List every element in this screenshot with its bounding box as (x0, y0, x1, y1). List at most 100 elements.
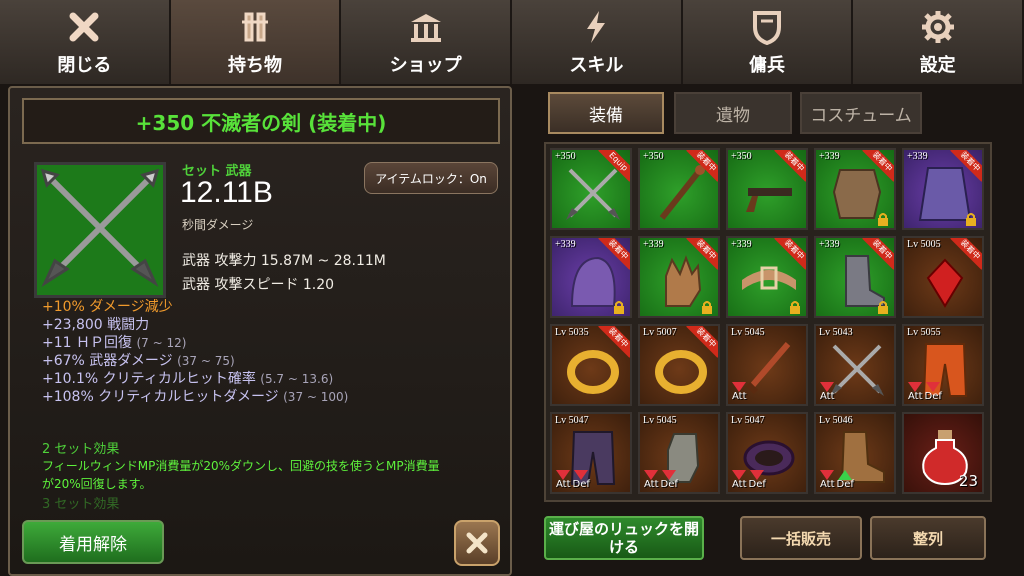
inventory-slot[interactable]: Lv 5055 Att Def (902, 324, 984, 406)
gem-icon (914, 250, 976, 312)
inventory-slot[interactable]: +339 装着中 (726, 236, 808, 318)
stat-line: +11 ＨＰ回復 (7 ~ 12) (42, 335, 187, 351)
inventory-slot[interactable]: Lv 5045 Att (726, 324, 808, 406)
inventory-slot[interactable]: Lv 5007 装着中 (638, 324, 720, 406)
item-level: Lv 5005 (907, 239, 941, 250)
nav-tab-close[interactable]: 閉じる (0, 0, 171, 84)
inventory-slot[interactable]: Lv 5047 Att Def (726, 412, 808, 494)
item-level: Lv 5045 (731, 327, 765, 338)
stat-compare-tags: Att Def (820, 470, 854, 490)
tab-equipment[interactable]: 装備 (548, 92, 664, 134)
close-icon (64, 7, 104, 47)
staff-icon (650, 162, 712, 224)
stat-tag-label: Att (732, 391, 747, 402)
item-title-bar: +350 不滅者の剣 (装着中) (22, 98, 500, 144)
lock-icon (612, 299, 626, 314)
dps-label: 秒間ダメージ (182, 218, 254, 232)
lock-icon (788, 299, 802, 314)
item-level: +339 (555, 239, 576, 250)
inventory-slot[interactable]: Lv 5043 Att (814, 324, 896, 406)
sell-all-button[interactable]: 一括販売 (740, 516, 862, 560)
inventory-slot[interactable]: Lv 5005 装着中 (902, 236, 984, 318)
inventory-slot[interactable]: +339 装着中 (638, 236, 720, 318)
item-level: Lv 5055 (907, 327, 941, 338)
lock-icon (700, 299, 714, 314)
stat-compare-tags: Att Def (644, 470, 678, 490)
dps-value: 12.11B (180, 176, 273, 209)
stat-compare-tags: Att Def (556, 470, 590, 490)
stat-down-indicator: Att (820, 382, 835, 402)
stat-tag-label: Def (748, 479, 766, 490)
stat-down-indicator: Att (556, 470, 571, 490)
stat-tag-label: Att (732, 479, 747, 490)
inventory-slot[interactable]: Lv 5047 Att Def (550, 412, 632, 494)
inventory-slot[interactable]: +350 装着中 (726, 148, 808, 230)
tab-relics[interactable]: 遺物 (674, 92, 792, 134)
stat-compare-tags: Att Def (908, 382, 942, 402)
set-effect-header-3: 3 セット効果 (42, 497, 120, 512)
item-level: Lv 5007 (643, 327, 677, 338)
item-level: Lv 5045 (643, 415, 677, 426)
nav-tab-settings[interactable]: 設定 (853, 0, 1024, 84)
set-effect-description: フィールウィンドMP消費量が20%ダウンし、回避の技を使うとMP消費量 (42, 459, 440, 473)
inventory-slot[interactable]: +350 装着中 (638, 148, 720, 230)
stat-down-indicator: Att (644, 470, 659, 490)
stat-tag-label: Att (908, 391, 923, 402)
gear-icon (918, 7, 958, 47)
inventory-slot[interactable]: +339 装着中 (814, 148, 896, 230)
item-level: +339 (731, 239, 752, 250)
stat-line: +23,800 戦闘力 (42, 317, 150, 333)
tab-costume[interactable]: コスチューム (800, 92, 922, 134)
item-quantity: 23 (958, 472, 978, 490)
ring-icon (650, 338, 712, 400)
inventory-slot[interactable]: Lv 5045 Att Def (638, 412, 720, 494)
inventory-slot[interactable]: +339 装着中 (814, 236, 896, 318)
stat-tag-label: Def (836, 479, 854, 490)
crossed-swords-icon (562, 162, 624, 224)
nav-tab-skill[interactable]: スキル (512, 0, 683, 84)
inventory-slot[interactable]: Lv 5035 装着中 (550, 324, 632, 406)
open-porter-backpack-button[interactable]: 運び屋のリュックを開 ける (544, 516, 704, 560)
inventory-slot[interactable]: +339 装着中 (550, 236, 632, 318)
nav-tab-label: 持ち物 (228, 55, 282, 76)
nav-tab-label: 設定 (919, 55, 956, 76)
close-detail-button[interactable] (454, 520, 500, 566)
item-title: +350 不滅者の剣 (装着中) (135, 110, 387, 135)
lock-icon (964, 211, 978, 226)
stat-list: +10% ダメージ減少 +23,800 戦闘力 +11 ＨＰ回復 (7 ~ 12… (42, 298, 510, 406)
weapon-attack-speed: 武器 攻撃スピード 1.20 (182, 277, 335, 293)
stat-compare-tags: Att (732, 382, 747, 402)
stat-line: +10% ダメージ減少 (42, 299, 173, 315)
nav-tab-inventory[interactable]: 持ち物 (170, 0, 342, 84)
item-level: +339 (643, 239, 664, 250)
shop-icon (406, 7, 446, 47)
inventory-slot[interactable]: 23 (902, 412, 984, 494)
stat-down-indicator: Def (925, 382, 942, 402)
stat-down-indicator: Att (732, 382, 747, 402)
sort-button[interactable]: 整列 (870, 516, 986, 560)
item-level: +339 (819, 239, 840, 250)
item-level: +350 (643, 151, 664, 162)
item-lock-button[interactable]: アイテムロック：On (364, 162, 498, 194)
set-effects: 2 セット効果 フィールウィンドMP消費量が20%ダウンし、回避の技を使うとMP… (42, 438, 512, 512)
stat-tag-label: Att (820, 479, 835, 490)
inventory-grid: +350 Equip +350 装着中 +350 装着中 +339 装着中 +339 装着中 +33… (544, 142, 992, 502)
stat-down-indicator: Def (661, 470, 678, 490)
inventory-slot[interactable]: Lv 5046 Att Def (814, 412, 896, 494)
ring-icon (562, 338, 624, 400)
set-effect-description-cont: が20%回復します。 (42, 477, 152, 491)
inventory-slot[interactable]: +350 Equip (550, 148, 632, 230)
nav-tab-mercenary[interactable]: 傭兵 (682, 0, 854, 84)
inventory-slot[interactable]: +339 装着中 (902, 148, 984, 230)
stat-tag-label: Def (572, 479, 590, 490)
nav-tab-label: ショップ (389, 55, 462, 76)
nav-tab-label: 閉じる (57, 55, 112, 76)
lock-icon (876, 299, 890, 314)
item-level: +339 (907, 151, 928, 162)
item-level: Lv 5047 (731, 415, 765, 426)
porter-button-line1: 運び屋のリュックを開 (548, 520, 699, 538)
stat-tag-label: Def (660, 479, 678, 490)
stat-tag-label: Att (556, 479, 571, 490)
unequip-button[interactable]: 着用解除 (22, 520, 164, 564)
nav-tab-shop[interactable]: ショップ (341, 0, 513, 84)
